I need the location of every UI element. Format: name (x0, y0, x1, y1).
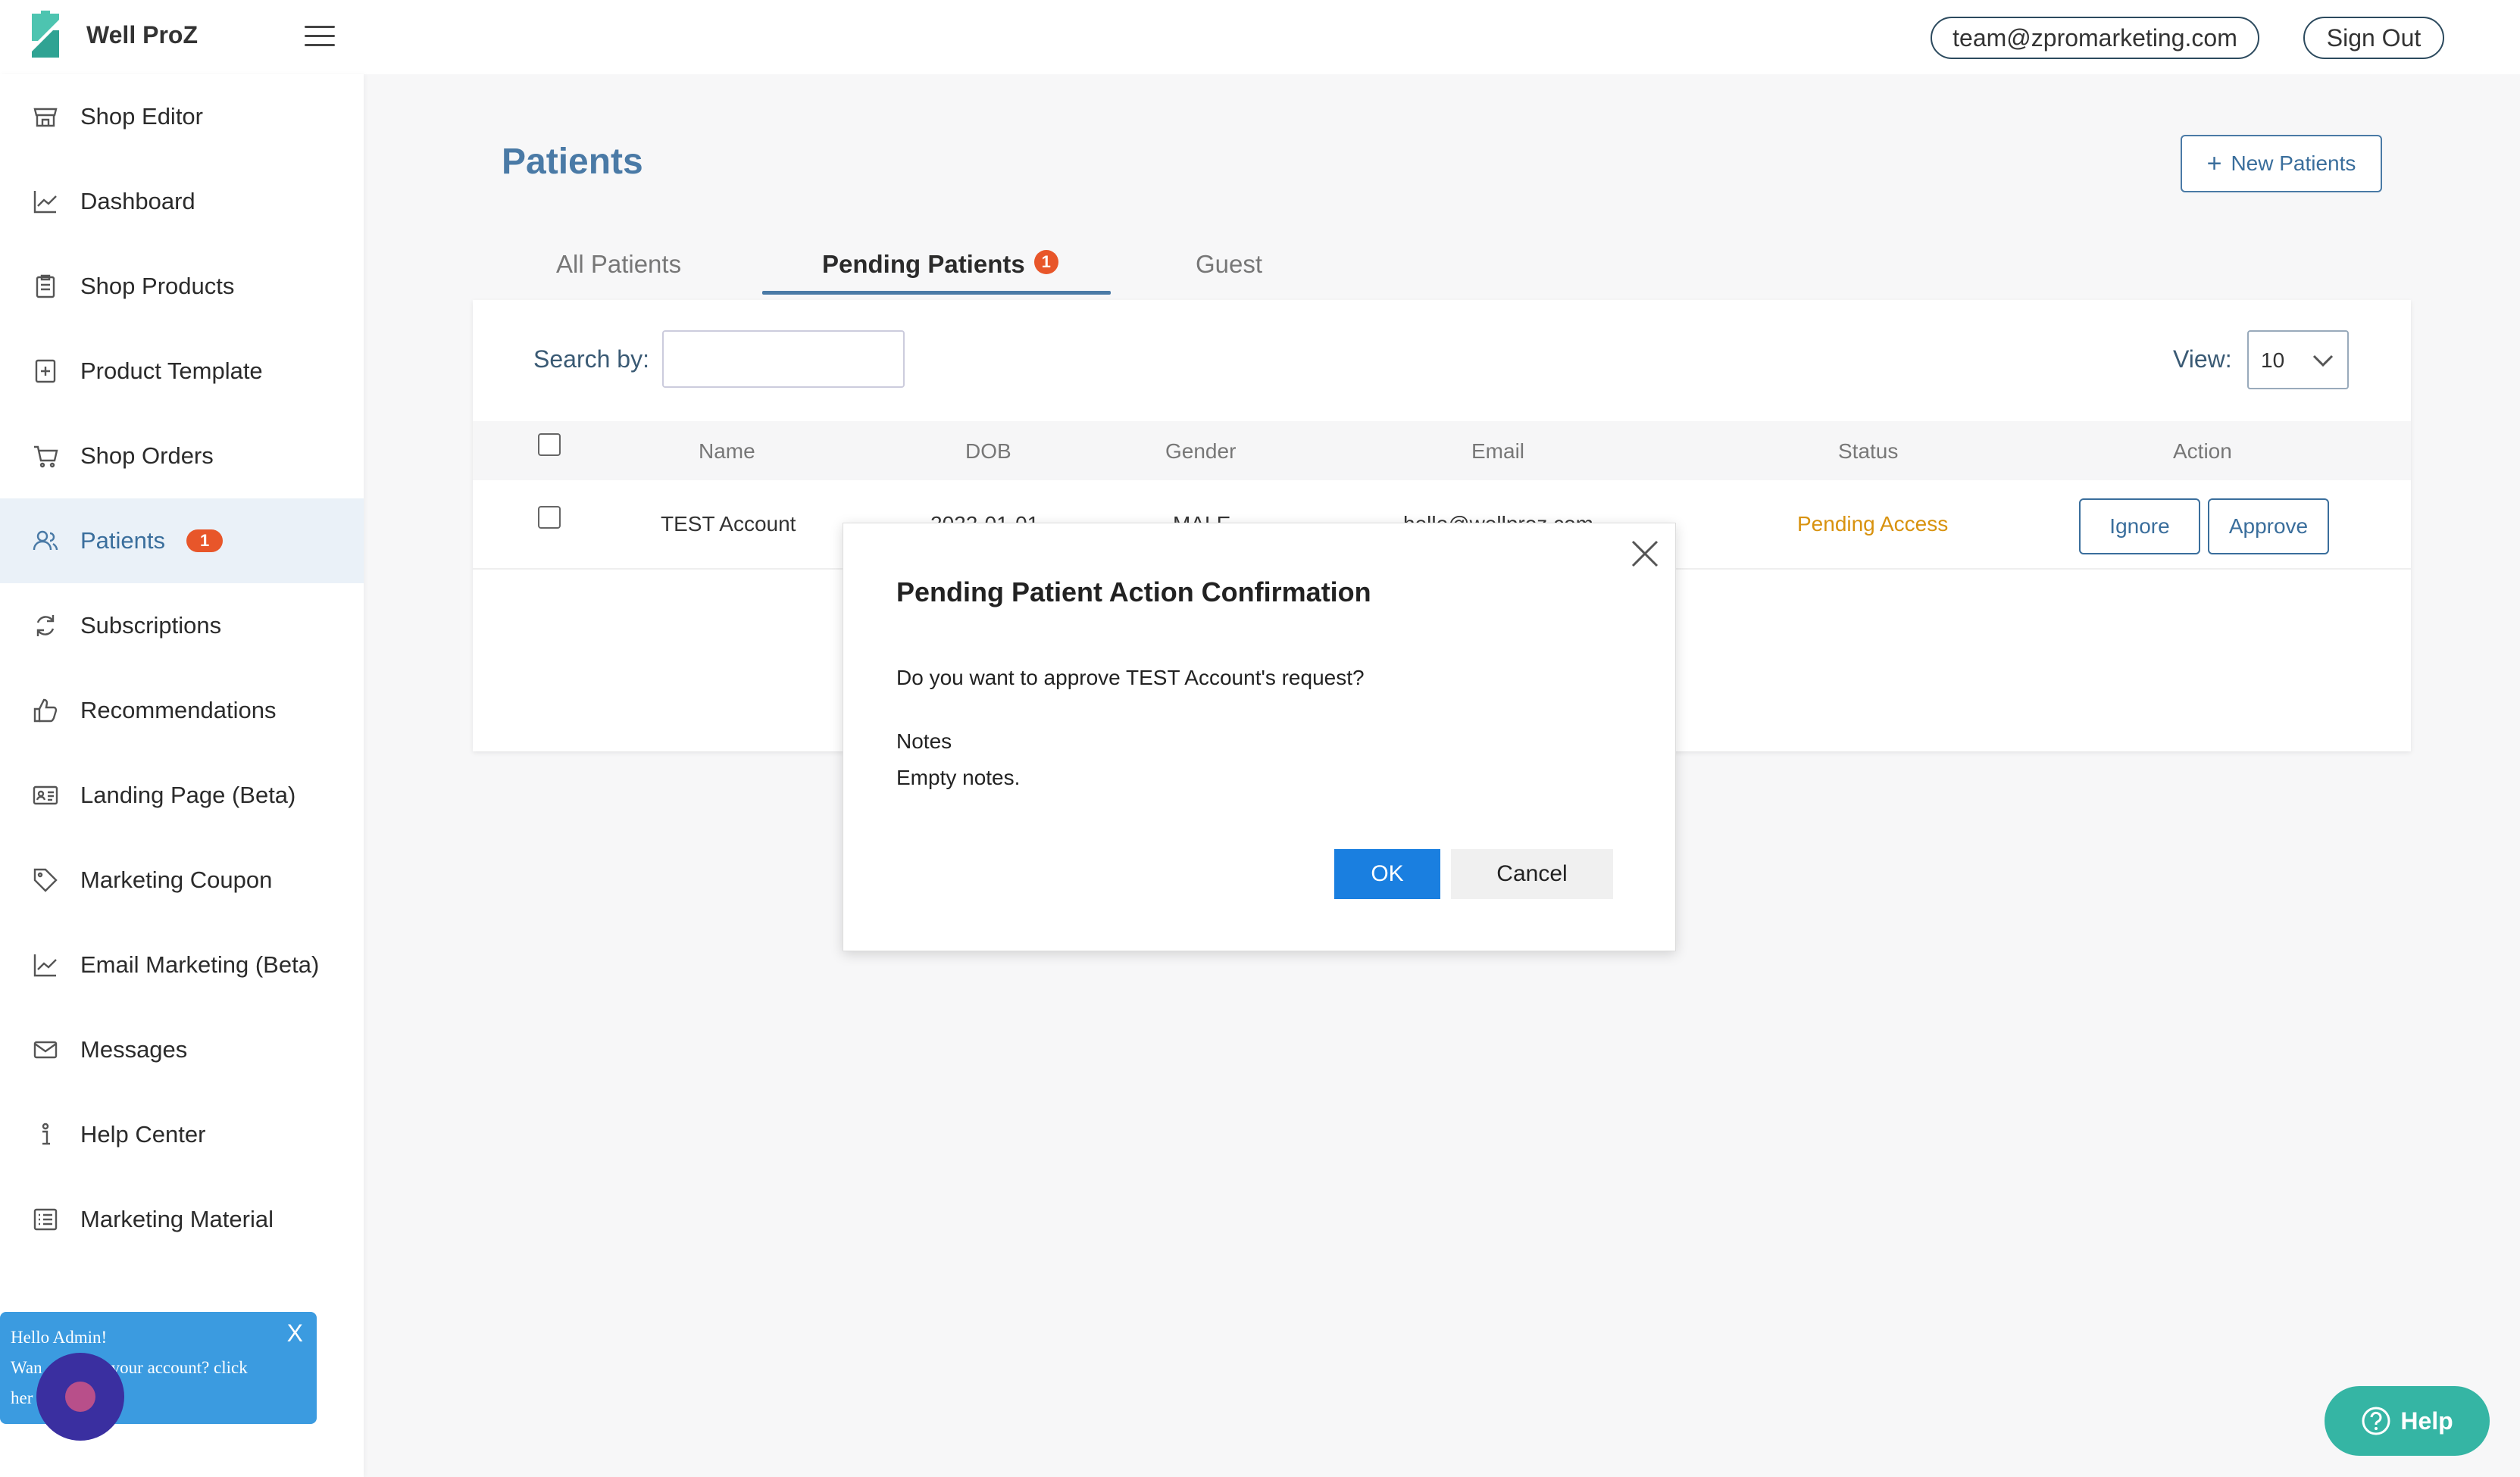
patient-name: TEST Account (661, 512, 796, 536)
column-header-action: Action (2173, 439, 2232, 463)
sign-out-button[interactable]: Sign Out (2303, 17, 2444, 59)
table-header: Name DOB Gender Email Status Action (473, 421, 2411, 480)
sidebar-item-shop-orders[interactable]: Shop Orders (0, 414, 364, 498)
sidebar-item-patients[interactable]: Patients 1 (0, 498, 364, 583)
page-title: Patients (502, 142, 643, 182)
sidebar-item-product-template[interactable]: Product Template (0, 329, 364, 414)
notes-label: Notes (896, 729, 952, 753)
modal-title: Pending Patient Action Confirmation (896, 576, 1371, 607)
toast-greeting: Hello Admin! (11, 1328, 108, 1347)
column-header-gender: Gender (1165, 439, 1237, 463)
confirmation-modal: Pending Patient Action Confirmation Do y… (843, 523, 1676, 951)
column-header-email: Email (1471, 439, 1525, 463)
page-size-value: 10 (2261, 348, 2285, 372)
chart-line-icon (30, 186, 61, 217)
pending-count-badge: 1 (1033, 250, 1058, 274)
patient-dob: 2022-01-01 (930, 512, 1039, 523)
chevron-down-icon (2312, 354, 2334, 367)
sidebar-item-label: Product Template (80, 358, 263, 384)
patient-gender: MALE (1173, 512, 1230, 523)
notes-value: Empty notes. (896, 766, 1021, 789)
sidebar-item-label: Subscriptions (80, 612, 222, 639)
thumbs-up-icon (30, 695, 61, 726)
cart-icon (30, 441, 61, 471)
status-badge: Pending Access (1797, 512, 1949, 536)
sidebar-item-help-center[interactable]: Help Center (0, 1092, 364, 1177)
refresh-icon (30, 610, 61, 641)
sidebar-item-label: Marketing Coupon (80, 867, 273, 893)
avatar-dot (65, 1382, 95, 1412)
new-patients-button[interactable]: + New Patients (2181, 135, 2382, 192)
close-icon[interactable] (1628, 537, 1662, 570)
view-label: View: (2173, 345, 2232, 373)
plus-icon: + (2206, 148, 2222, 178)
tag-icon (30, 865, 61, 895)
patients-count-badge: 1 (186, 529, 224, 552)
sidebar-item-label: Recommendations (80, 697, 277, 723)
account-email-button[interactable]: team@zpromarketing.com (1931, 17, 2259, 59)
top-bar: Well ProZ team@zpromarketing.com Sign Ou… (0, 0, 2520, 74)
sidebar-item-label: Dashboard (80, 188, 195, 214)
sidebar-item-messages[interactable]: Messages (0, 1007, 364, 1092)
approve-button[interactable]: Approve (2208, 498, 2329, 554)
sidebar: Shop Editor Dashboard Shop Products Prod… (0, 74, 364, 1477)
list-icon (30, 1204, 61, 1235)
sidebar-item-label: Patients (80, 527, 166, 554)
sidebar-item-label: Email Marketing (Beta) (80, 951, 320, 978)
row-checkbox[interactable] (538, 506, 561, 529)
help-label: Help (2400, 1407, 2453, 1435)
sidebar-item-marketing-material[interactable]: Marketing Material (0, 1177, 364, 1262)
new-patients-label: New Patients (2231, 151, 2356, 175)
sidebar-item-label: Messages (80, 1036, 188, 1063)
sidebar-item-recommendations[interactable]: Recommendations (0, 668, 364, 753)
info-icon (30, 1119, 61, 1150)
sidebar-item-label: Marketing Material (80, 1206, 274, 1232)
sidebar-item-label: Shop Orders (80, 442, 214, 469)
chat-avatar-button[interactable] (36, 1353, 124, 1441)
column-header-dob: DOB (965, 439, 1011, 463)
sidebar-item-landing-page[interactable]: Landing Page (Beta) (0, 753, 364, 838)
tab-label: Pending Patients (822, 250, 1025, 278)
sidebar-item-dashboard[interactable]: Dashboard (0, 159, 364, 244)
sidebar-item-marketing-coupon[interactable]: Marketing Coupon (0, 838, 364, 923)
id-card-icon (30, 780, 61, 810)
page-size-select[interactable]: 10 (2247, 330, 2349, 389)
menu-toggle-icon[interactable] (305, 26, 335, 48)
sidebar-item-label: Landing Page (Beta) (80, 782, 296, 808)
logo-icon (32, 11, 59, 58)
search-input[interactable] (662, 330, 905, 388)
ok-button[interactable]: OK (1334, 849, 1440, 899)
active-tab-indicator (762, 291, 1111, 295)
help-button[interactable]: Help (2325, 1386, 2490, 1456)
sidebar-item-label: Help Center (80, 1121, 206, 1148)
column-header-status: Status (1838, 439, 1899, 463)
column-header-name: Name (699, 439, 755, 463)
patient-email: hello@wellproz.com (1403, 512, 1593, 523)
sidebar-item-email-marketing[interactable]: Email Marketing (Beta) (0, 923, 364, 1007)
template-add-icon (30, 356, 61, 386)
chart-line-icon (30, 950, 61, 980)
brand-name: Well ProZ (86, 21, 198, 48)
cancel-button[interactable]: Cancel (1451, 849, 1613, 899)
ignore-button[interactable]: Ignore (2079, 498, 2200, 554)
mail-icon (30, 1035, 61, 1065)
sidebar-item-label: Shop Products (80, 273, 235, 299)
store-icon (30, 101, 61, 132)
sidebar-item-shop-editor[interactable]: Shop Editor (0, 74, 364, 159)
toast-close-button[interactable]: X (287, 1318, 303, 1348)
sidebar-item-label: Shop Editor (80, 103, 203, 130)
sidebar-item-subscriptions[interactable]: Subscriptions (0, 583, 364, 668)
question-circle-icon (2362, 1407, 2390, 1435)
search-label: Search by: (533, 345, 649, 373)
users-icon (30, 526, 61, 556)
clipboard-icon (30, 271, 61, 301)
tab-pending-patients[interactable]: Pending Patients 1 (822, 250, 1058, 279)
tab-all-patients[interactable]: All Patients (556, 250, 681, 279)
sidebar-item-shop-products[interactable]: Shop Products (0, 244, 364, 329)
tab-guest[interactable]: Guest (1196, 250, 1262, 279)
select-all-checkbox[interactable] (538, 433, 561, 456)
modal-question: Do you want to approve TEST Account's re… (896, 666, 1365, 689)
